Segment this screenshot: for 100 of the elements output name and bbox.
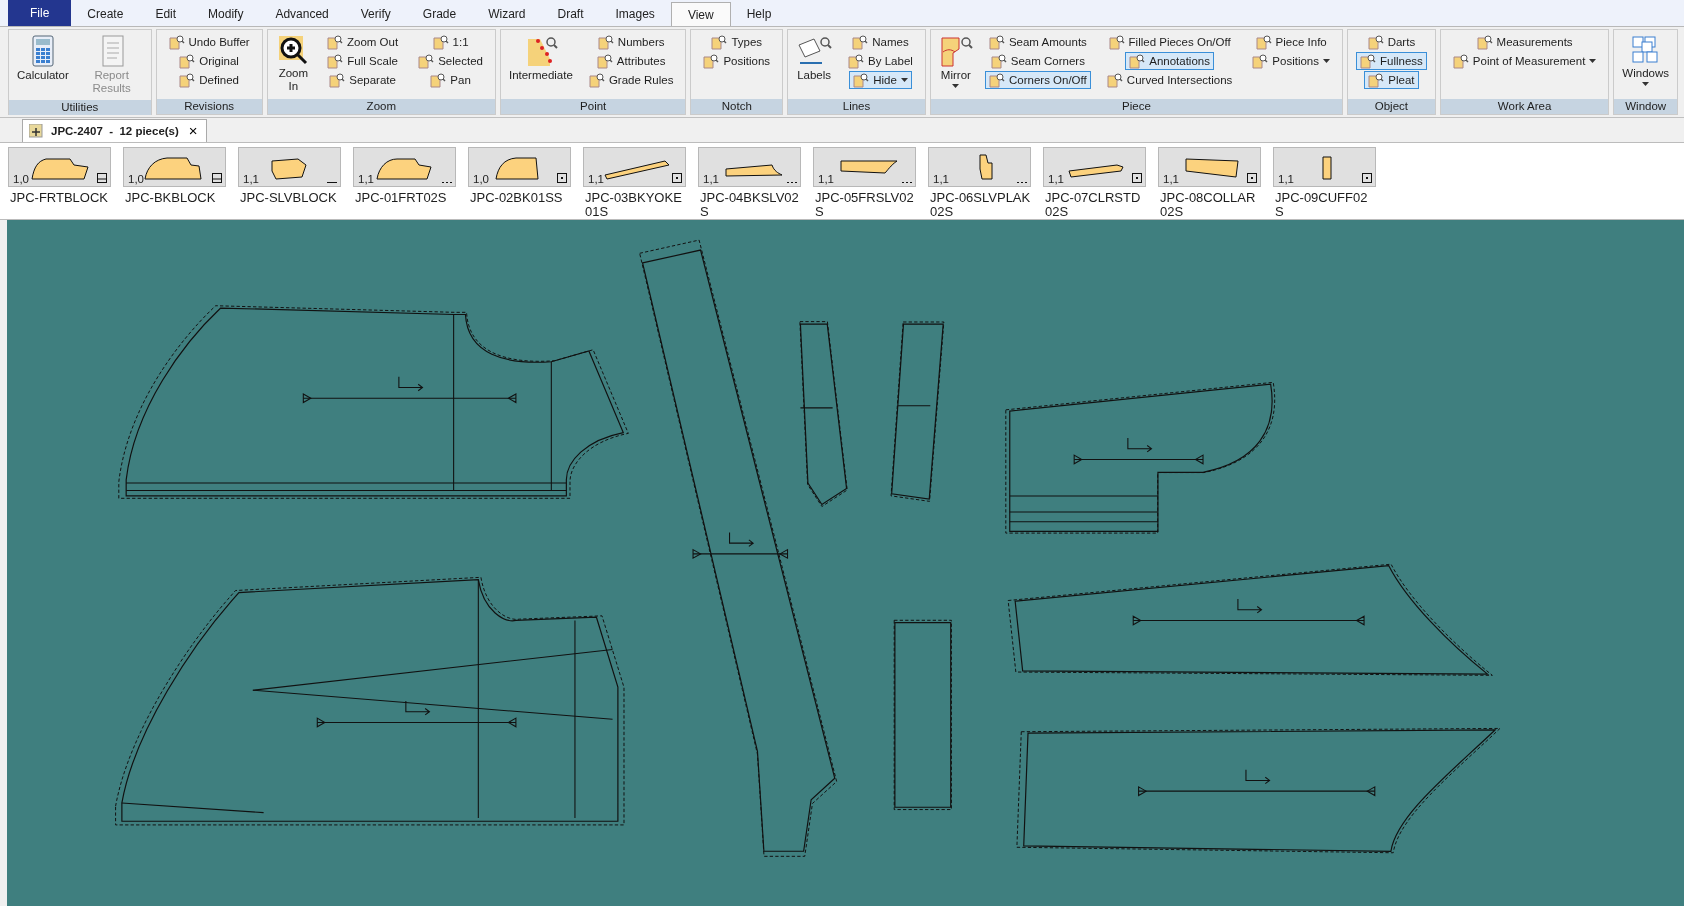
ribbon-button[interactable]: Hide [849, 71, 912, 89]
dotted-square-icon [557, 172, 567, 183]
ribbon-button[interactable]: Names [848, 33, 913, 51]
pattern-piece[interactable] [115, 576, 625, 826]
ribbon-button[interactable]: Fullness [1356, 52, 1427, 70]
ribbon-button[interactable]: Undo Buffer [164, 33, 254, 51]
close-button[interactable]: × [186, 123, 200, 138]
scale-label: 1,1 [933, 172, 949, 185]
page-magnifier-icon [1255, 34, 1272, 50]
group-label: Object [1348, 99, 1435, 114]
ribbon-button[interactable]: Measurements [1472, 33, 1577, 51]
pattern-piece[interactable] [1007, 563, 1493, 676]
ribbon-button[interactable]: Positions [699, 52, 775, 70]
page-magnifier-icon [418, 53, 435, 69]
ribbon-button[interactable]: Annotations [1125, 52, 1214, 70]
ribbon-button[interactable]: Windows [1618, 32, 1673, 89]
ribbon-tab[interactable]: File [8, 0, 72, 26]
ribbon-button[interactable]: Pleat [1364, 71, 1419, 89]
ribbon-button[interactable]: Positions [1248, 52, 1334, 70]
scale-label: 1,1 [243, 172, 259, 185]
dotted-square-icon [1132, 172, 1142, 183]
ribbon-button[interactable]: Filled Pieces On/Off [1104, 33, 1235, 51]
piece-thumbnail[interactable]: 1,1 [698, 146, 801, 187]
pattern-piece[interactable] [893, 619, 952, 811]
ribbon-tab[interactable]: Create [71, 2, 140, 26]
piece-thumbnail[interactable]: 1,1 [353, 146, 456, 187]
ribbon-tab[interactable]: Wizard [472, 2, 542, 26]
ribbon-button[interactable]: Numbers [593, 33, 669, 51]
ribbon-button[interactable]: Types [707, 33, 767, 51]
ribbon-button[interactable]: Zoom In [271, 32, 316, 96]
ribbon-button[interactable]: Separate [325, 71, 400, 89]
ribbon-tab[interactable]: Images [599, 2, 671, 26]
group-label: Lines [788, 99, 925, 114]
piece-shape-icon [1322, 155, 1332, 180]
ribbon-tab[interactable]: Draft [541, 2, 600, 26]
ribbon-button[interactable]: Grade Rules [584, 71, 678, 89]
ribbon-tab[interactable]: Advanced [259, 2, 345, 26]
piece-thumbnail[interactable]: 1,1 [238, 146, 341, 187]
piece-shape-icon [725, 163, 783, 177]
ribbon-button[interactable]: By Label [844, 52, 917, 70]
dotted-square-icon [672, 172, 682, 183]
piece-thumbnail[interactable]: 1,0 [8, 146, 111, 187]
pattern-piece[interactable] [639, 239, 838, 857]
ribbon-button[interactable]: Seam Corners [986, 52, 1089, 70]
piece-thumbnail[interactable]: 1,1 [1158, 146, 1261, 187]
ribbon-button[interactable]: Curved Intersections [1102, 71, 1237, 89]
piece-thumbnail[interactable]: 1,1 [1043, 146, 1146, 187]
ribbon-button[interactable]: Labels [792, 32, 837, 85]
piece-shape-icon [31, 157, 89, 180]
page-magnifier-icon [848, 53, 865, 69]
page-magnifier-icon [711, 34, 728, 50]
piece-thumbnail[interactable]: 1,1 [813, 146, 916, 187]
ribbon-button[interactable]: Intermediate [504, 32, 577, 85]
ribbon-button[interactable]: Darts [1363, 33, 1420, 51]
pattern-piece[interactable] [890, 321, 945, 502]
piece-thumbnail[interactable]: 1,1 [928, 146, 1031, 187]
ribbon-button[interactable]: Point of Measurement [1448, 52, 1601, 70]
pattern-piece[interactable] [1005, 381, 1276, 534]
piece-name: JPC-SLVBLOCK [239, 190, 338, 205]
ribbon-button[interactable]: Calculator [13, 32, 73, 85]
ribbon-tab[interactable]: Modify [192, 2, 260, 26]
caret-icon [1323, 59, 1330, 63]
ribbon-tab[interactable]: Grade [406, 2, 473, 26]
ribbon-button[interactable]: Selected [414, 52, 487, 70]
ribbon-button[interactable]: Original [175, 52, 243, 70]
piece-name: JPC-BKBLOCK [124, 190, 217, 205]
ribbon-button[interactable]: Defined [175, 71, 243, 89]
pattern-piece[interactable] [799, 321, 848, 507]
square-icon [97, 172, 107, 183]
ribbon-button[interactable]: Attributes [592, 52, 670, 70]
piece-name: JPC-03BKYOKE01S [584, 190, 683, 219]
dotted-square-icon [1247, 172, 1257, 183]
ribbon-button[interactable]: Zoom Out [323, 33, 403, 51]
pattern-piece[interactable] [118, 305, 629, 499]
ribbon-button[interactable]: Full Scale [323, 52, 402, 70]
piece-thumbnail[interactable]: 1,0 [123, 146, 226, 187]
ribbon-button[interactable]: 1:1 [428, 33, 473, 51]
ribbon-tab[interactable]: Help [730, 2, 788, 26]
piece-shape-icon [271, 157, 307, 180]
ribbon-button[interactable]: Seam Amounts [984, 33, 1091, 51]
page-magnifier-icon [179, 72, 196, 88]
ribbon-tab[interactable]: Verify [344, 2, 407, 26]
page-magnifier-icon [1360, 53, 1376, 69]
ribbon-button[interactable]: Piece Info [1251, 33, 1331, 51]
piece-thumbnail[interactable]: 1,0 [468, 146, 571, 187]
document-tab[interactable]: JPC-2407 - 12 piece(s) × [22, 118, 207, 142]
ribbon-tab[interactable]: View [670, 2, 731, 26]
ribbon-button[interactable]: Mirror [934, 32, 977, 91]
group-label: Point [500, 99, 686, 114]
piece-shape-icon [840, 159, 898, 174]
piece-name: JPC-04BKSLV02S [699, 190, 800, 219]
pattern-piece[interactable] [1016, 727, 1501, 854]
page-magnifier-icon [990, 53, 1007, 69]
piece-thumbnail[interactable]: 1,1 [1273, 146, 1376, 187]
windows-icon [1630, 35, 1661, 65]
piece-thumbnail[interactable]: 1,1 [583, 146, 686, 187]
square-icon [212, 172, 222, 183]
ribbon-tab[interactable]: Edit [139, 2, 193, 26]
ribbon-button[interactable]: Corners On/Off [985, 71, 1091, 89]
ribbon-button[interactable]: Pan [426, 71, 475, 89]
